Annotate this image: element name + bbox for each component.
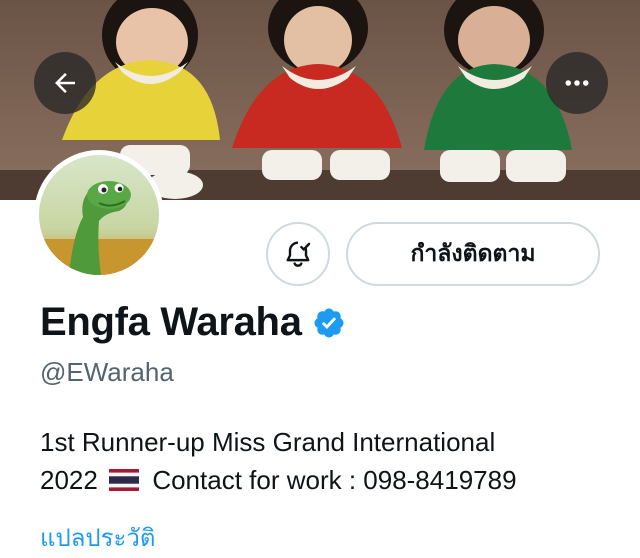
- arrow-left-icon: [55, 73, 75, 93]
- notification-settings-button[interactable]: [266, 222, 330, 286]
- bio-line-2: 2022 Contact for work : 098-8419789: [40, 461, 620, 499]
- profile-name-row: Engfa Waraha: [40, 300, 346, 345]
- translate-bio-link[interactable]: แปลประวัติ: [40, 518, 156, 557]
- display-name: Engfa Waraha: [40, 300, 302, 344]
- user-handle: @EWaraha: [40, 357, 174, 387]
- bio-contact: Contact for work : 098-8419789: [152, 465, 517, 495]
- profile-avatar[interactable]: [34, 150, 164, 280]
- verified-badge-icon[interactable]: [312, 306, 346, 340]
- following-button[interactable]: กำลังติดตาม: [346, 222, 600, 286]
- more-horizontal-icon: [565, 80, 589, 86]
- bell-check-icon: [286, 241, 311, 267]
- bio-line-1: 1st Runner-up Miss Grand International: [40, 427, 496, 457]
- avatar-image: [39, 155, 159, 275]
- thailand-flag-icon: [109, 469, 140, 492]
- bio-year: 2022: [40, 465, 98, 495]
- more-options-button[interactable]: [546, 52, 608, 114]
- back-button[interactable]: [34, 52, 96, 114]
- profile-bio: 1st Runner-up Miss Grand International 2…: [40, 423, 620, 499]
